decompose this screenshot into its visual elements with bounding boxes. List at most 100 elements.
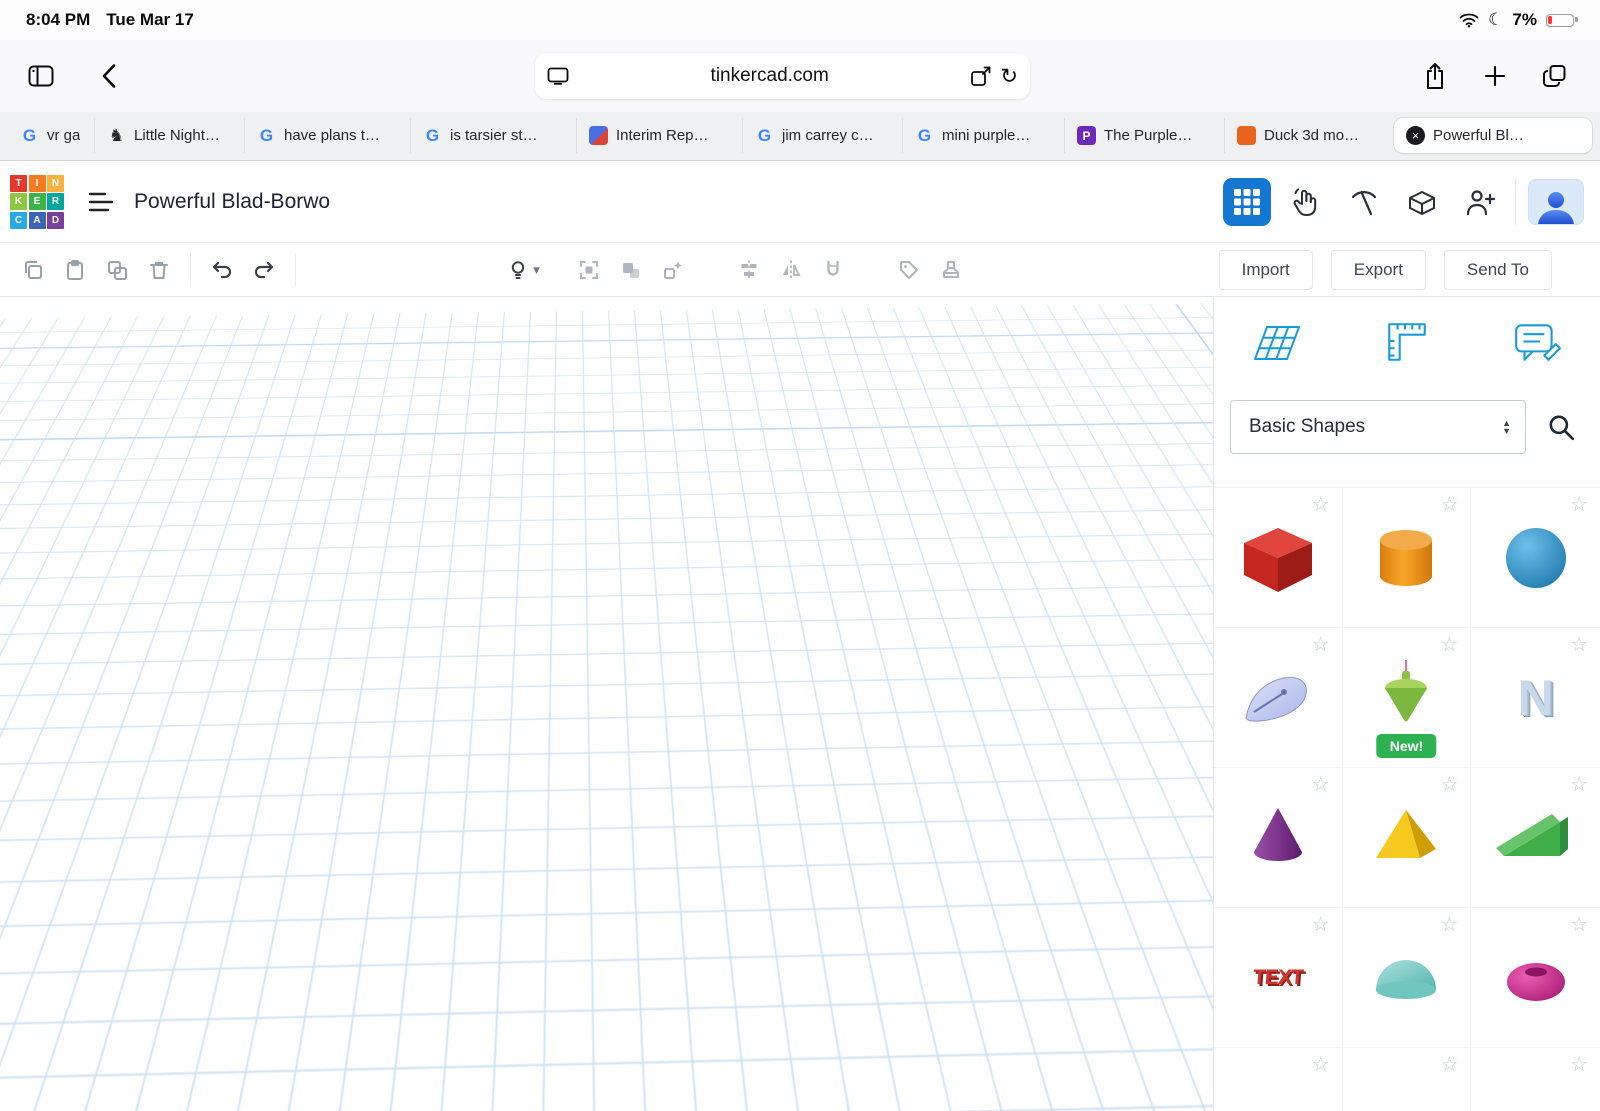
design-title[interactable]: Powerful Blad-Borwo (134, 190, 330, 214)
shape-tile-box[interactable]: ☆ (1214, 488, 1343, 628)
favorite-star-icon[interactable]: ☆ (1312, 495, 1330, 515)
workplane-grid[interactable] (0, 297, 1213, 330)
ruler-tool-button[interactable] (1374, 311, 1440, 373)
viewport-canvas[interactable]: TOP BACK RIGHT + − (0, 297, 1213, 1111)
back-button[interactable] (86, 53, 132, 99)
extension-icon[interactable] (970, 65, 992, 87)
favorite-star-icon[interactable]: ☆ (1570, 495, 1588, 515)
favorite-star-icon[interactable]: ☆ (1440, 1055, 1458, 1075)
duplicate-button[interactable] (96, 250, 138, 290)
perspective-toggle-button[interactable] (23, 761, 67, 805)
show-all-button[interactable]: ▾ (502, 250, 544, 290)
panel-collapse-chevron[interactable]: › (1183, 657, 1198, 701)
grip-handle[interactable] (627, 644, 653, 656)
tab-jim-carrey[interactable]: Gjim carrey c… (742, 118, 902, 153)
3d-model-cube-with-sphere[interactable] (495, 352, 995, 802)
tab-tarsier[interactable]: Gis tarsier st… (410, 118, 576, 153)
favorite-star-icon[interactable]: ☆ (1312, 635, 1330, 655)
home-view-button[interactable] (23, 465, 67, 509)
favorite-star-icon[interactable]: ☆ (1312, 915, 1330, 935)
tab-bar: Gvr ga ♞Little Night… Ghave plans t… Gis… (0, 112, 1600, 161)
design-menu-button[interactable] (88, 191, 114, 213)
shape-tile-partial[interactable]: ☆ (1214, 1048, 1343, 1111)
refresh-icon[interactable]: ↻ (1000, 66, 1018, 87)
magnet-button[interactable] (812, 250, 854, 290)
favorite-star-icon[interactable]: ☆ (1440, 635, 1458, 655)
avatar[interactable] (1528, 179, 1584, 225)
dashboard-button[interactable] (1223, 178, 1271, 226)
ungroup-button[interactable] (610, 250, 652, 290)
tag-button[interactable] (888, 250, 930, 290)
tab-duck-3d[interactable]: Duck 3d mo… (1224, 118, 1394, 153)
favorite-star-icon[interactable]: ☆ (1312, 775, 1330, 795)
shape-tile-pyramid[interactable]: ☆ (1343, 768, 1472, 908)
caret-down-icon[interactable]: ▾ (533, 262, 540, 278)
split-button[interactable] (652, 250, 694, 290)
bricks-button[interactable] (1399, 178, 1445, 226)
close-tab-icon[interactable]: × (1406, 126, 1425, 145)
undo-button[interactable] (201, 250, 243, 290)
zoom-in-button[interactable]: + (23, 613, 67, 657)
favorite-star-icon[interactable]: ☆ (1570, 775, 1588, 795)
redo-button[interactable] (243, 250, 285, 290)
sidebar-toggle-button[interactable] (18, 53, 64, 99)
shape-tile-paraboloid[interactable]: ☆ (1214, 628, 1343, 768)
favorite-star-icon[interactable]: ☆ (1312, 1055, 1330, 1075)
share-icon (1423, 62, 1447, 90)
tab-little-night[interactable]: ♞Little Night… (94, 118, 244, 153)
shape-tile-roof[interactable]: ☆ (1471, 768, 1600, 908)
shape-category-dropdown[interactable]: Basic Shapes ▲▼ (1230, 400, 1526, 454)
export-button[interactable]: Export (1331, 250, 1426, 290)
paste-button[interactable] (54, 250, 96, 290)
move-handle[interactable] (657, 665, 679, 687)
group-button[interactable] (568, 250, 610, 290)
delete-button[interactable] (138, 250, 180, 290)
favorite-star-icon[interactable]: ☆ (1570, 635, 1588, 655)
send-to-button[interactable]: Send To (1444, 250, 1552, 290)
tab-mini-purple[interactable]: Gmini purple… (902, 118, 1064, 153)
search-shapes-button[interactable] (1538, 404, 1584, 450)
new-tab-button[interactable] (1472, 53, 1518, 99)
import-button[interactable]: Import (1219, 250, 1313, 290)
tabs-overview-button[interactable] (1532, 53, 1578, 99)
view-cube[interactable]: TOP BACK RIGHT (22, 335, 144, 437)
plus-icon (1483, 64, 1507, 88)
shape-tile-cone[interactable]: ☆ (1214, 768, 1343, 908)
shape-tile-letter[interactable]: ☆ N (1471, 628, 1600, 768)
favorite-star-icon[interactable]: ☆ (1570, 915, 1588, 935)
tinkercad-logo[interactable]: TINKERCAD (10, 175, 64, 229)
tab-interim-report[interactable]: Interim Rep… (576, 118, 742, 153)
shape-tile-partial[interactable]: ☆ (1471, 1048, 1600, 1111)
settings-button[interactable]: Settings (1068, 979, 1186, 1018)
shape-tile-cylinder[interactable]: ☆ (1343, 488, 1472, 628)
tab-have-plans[interactable]: Ghave plans t… (244, 118, 410, 153)
shape-tile-partial[interactable]: ☆ (1343, 1048, 1472, 1111)
tab-the-purple[interactable]: PThe Purple… (1064, 118, 1224, 153)
shape-tile-torus[interactable]: ☆ (1471, 908, 1600, 1048)
share-button[interactable] (1412, 53, 1458, 99)
copy-button[interactable] (12, 250, 54, 290)
minecraft-export-button[interactable] (1341, 178, 1387, 226)
favorite-star-icon[interactable]: ☆ (1440, 915, 1458, 935)
tab-powerful-active[interactable]: ×Powerful Bl… (1394, 118, 1592, 153)
shape-tile-sphere[interactable]: ☆ (1471, 488, 1600, 628)
shape-tile-half-sphere[interactable]: ☆ (1343, 908, 1472, 1048)
favorite-star-icon[interactable]: ☆ (1440, 775, 1458, 795)
tab-vr[interactable]: Gvr ga (8, 118, 94, 153)
favorite-star-icon[interactable]: ☆ (1570, 1055, 1588, 1075)
invite-button[interactable] (1457, 178, 1503, 226)
snap-grid-dropdown[interactable]: 1.0 mm ▾ (1062, 1033, 1186, 1071)
mirror-button[interactable] (770, 250, 812, 290)
shape-tile-spin-top[interactable]: ☆ New! (1343, 628, 1472, 768)
address-bar[interactable]: tinkercad.com ↻ (535, 53, 1030, 99)
workplane-tool-button[interactable] (1244, 311, 1310, 373)
zoom-out-button[interactable]: − (23, 687, 67, 731)
stamp-button[interactable] (930, 250, 972, 290)
shape-tile-text[interactable]: ☆ TEXT (1214, 908, 1343, 1048)
notes-tool-button[interactable] (1504, 311, 1570, 373)
align-button[interactable] (728, 250, 770, 290)
sim-lab-button[interactable] (1283, 178, 1329, 226)
fit-view-button[interactable] (23, 539, 67, 583)
page-appearance-icon[interactable] (547, 67, 569, 85)
favorite-star-icon[interactable]: ☆ (1440, 495, 1458, 515)
